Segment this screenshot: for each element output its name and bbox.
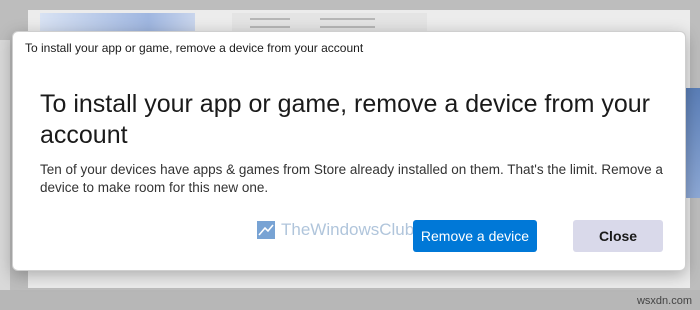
remove-device-dialog: To install your app or game, remove a de… [12, 31, 686, 271]
background-left-edge [0, 40, 10, 290]
background-text-line [250, 18, 290, 20]
site-watermark: wsxdn.com [636, 295, 692, 307]
remove-device-button[interactable]: Remove a device [413, 220, 537, 252]
dialog-heading: To install your app or game, remove a de… [40, 90, 650, 149]
watermark-text: TheWindowsClub [281, 220, 415, 239]
background-right-edge [686, 88, 700, 198]
background-text-line [320, 18, 375, 20]
background-bottom-bar [0, 290, 700, 310]
background-text-line [250, 26, 290, 28]
close-button[interactable]: Close [573, 220, 663, 252]
windows-club-logo-icon [257, 221, 275, 239]
dialog-message: Ten of your devices have apps & games fr… [40, 162, 663, 195]
background-text-line [320, 26, 375, 28]
watermark: TheWindowsClub [257, 220, 414, 240]
dialog-titlebar-title: To install your app or game, remove a de… [25, 41, 364, 55]
